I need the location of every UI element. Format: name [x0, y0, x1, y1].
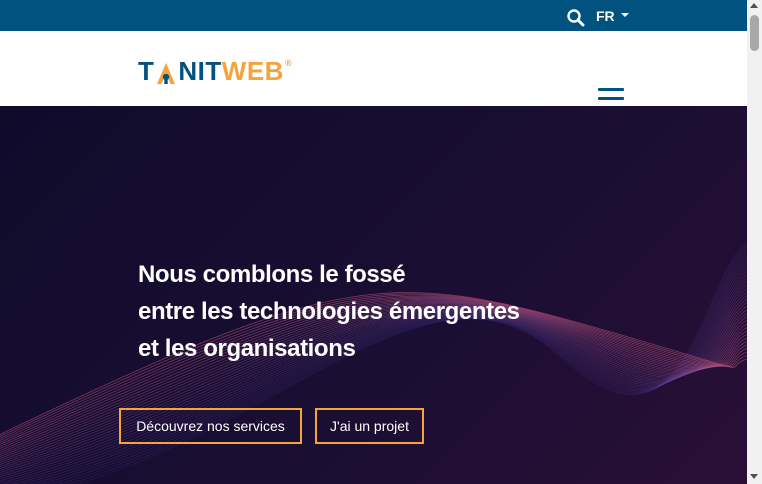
hero-title: Nous comblons le fossé entre les technol… — [138, 256, 520, 367]
logo-text-nit: NIT — [178, 56, 222, 86]
top-bar: FR — [0, 0, 747, 31]
site-logo[interactable]: T NIT WEB ® — [138, 58, 292, 84]
language-dropdown[interactable]: FR — [596, 7, 629, 25]
scroll-down-arrow-icon[interactable] — [750, 474, 758, 479]
hamburger-bar-middle — [598, 97, 624, 100]
logo-text-web: WEB — [221, 56, 284, 86]
scrollbar-thumb[interactable] — [750, 15, 759, 51]
scroll-up-arrow-icon[interactable] — [750, 3, 758, 8]
caret-down-icon — [620, 13, 629, 17]
logo-registered-mark: ® — [284, 58, 293, 68]
hero-title-line: entre les technologies émergentes — [138, 298, 520, 325]
logo-text-t: T — [138, 56, 155, 86]
language-label: FR — [596, 8, 615, 24]
hamburger-bar-top — [598, 88, 624, 91]
discover-services-button[interactable]: Découvrez nos services — [119, 408, 302, 444]
search-icon[interactable] — [566, 8, 586, 28]
hero-section: Nous comblons le fossé entre les technol… — [0, 106, 747, 484]
have-project-button[interactable]: J'ai un projet — [315, 408, 424, 444]
logo-a-mark-icon — [155, 60, 177, 84]
vertical-scrollbar[interactable] — [747, 0, 762, 484]
hero-title-line: et les organisations — [138, 335, 356, 362]
hero-title-line: Nous comblons le fossé — [138, 261, 406, 288]
main-navbar: T NIT WEB ® — [0, 31, 747, 109]
